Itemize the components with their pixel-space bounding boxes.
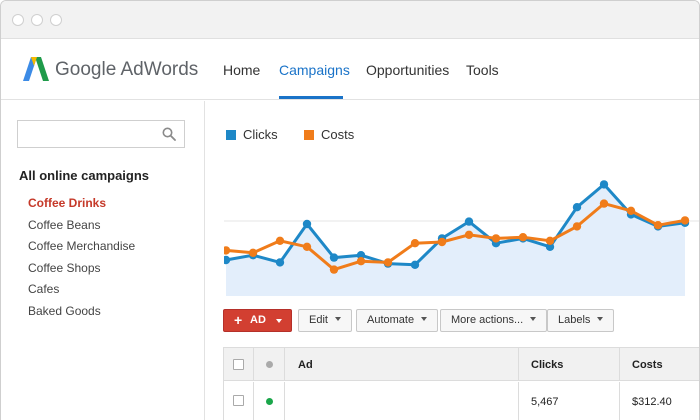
legend-costs[interactable]: Costs (304, 127, 354, 142)
chevron-down-icon (530, 317, 537, 321)
clicks-data-point (275, 258, 285, 267)
chevron-down-icon (597, 317, 604, 321)
chevron-down-icon (421, 317, 428, 321)
labels-dropdown-button[interactable]: Labels (547, 309, 615, 332)
legend-costs-label: Costs (321, 127, 355, 142)
column-header-ad: Ad (298, 359, 313, 371)
legend-clicks-label: Clicks (243, 127, 278, 142)
costs-data-point (572, 222, 582, 231)
sidebar-item-coffee-merchandise[interactable]: Coffee Merchandise (28, 239, 135, 253)
status-header-icon (266, 361, 273, 368)
costs-data-point (248, 248, 258, 257)
chevron-down-icon (276, 319, 282, 323)
sidebar-item-cafes[interactable]: Cafes (28, 282, 59, 296)
header-ad-cell[interactable]: Ad (285, 348, 519, 380)
browser-window: Google AdWords Home Campaigns Opportunit… (0, 0, 700, 420)
window-minimize-button[interactable] (31, 14, 43, 26)
header-status-cell (254, 348, 285, 380)
add-ad-label: AD (250, 314, 266, 326)
nav-campaigns[interactable]: Campaigns (279, 62, 350, 78)
costs-data-point (383, 258, 393, 267)
sidebar-item-coffee-beans[interactable]: Coffee Beans (28, 218, 101, 232)
window-maximize-button[interactable] (50, 14, 62, 26)
clicks-data-point (572, 203, 582, 212)
nav-tools[interactable]: Tools (466, 62, 499, 78)
performance-chart (224, 180, 699, 296)
campaign-search-input[interactable] (17, 120, 185, 148)
select-all-checkbox[interactable] (233, 359, 244, 370)
clicks-data-point (464, 217, 474, 226)
legend-clicks[interactable]: Clicks (226, 127, 278, 142)
costs-data-point (224, 246, 231, 255)
row-costs-value: $312.40 (632, 396, 672, 408)
more-actions-dropdown-button[interactable]: More actions... (440, 309, 548, 332)
costs-data-point (437, 237, 447, 247)
sidebar-item-coffee-shops[interactable]: Coffee Shops (28, 261, 101, 275)
row-checkbox[interactable] (233, 395, 244, 406)
nav-active-underline (279, 96, 343, 99)
brand-name: Google AdWords (55, 59, 199, 80)
legend-clicks-swatch (226, 130, 236, 140)
header-clicks-cell[interactable]: Clicks (519, 348, 620, 380)
sidebar: All online campaigns Coffee Drinks Coffe… (1, 101, 205, 420)
costs-data-point (653, 221, 663, 230)
column-header-costs: Costs (632, 359, 663, 371)
costs-data-point (626, 206, 636, 215)
window-titlebar (1, 1, 699, 39)
row-clicks-value: 5,467 (531, 396, 559, 408)
ads-table: Ad Clicks Costs 5,467 $312.40 (223, 347, 699, 420)
header-costs-cell[interactable]: Costs (620, 348, 699, 380)
row-clicks-cell: 5,467 (519, 382, 620, 420)
costs-data-point (491, 234, 501, 243)
column-header-clicks: Clicks (531, 359, 564, 371)
status-active-icon (266, 398, 273, 405)
costs-data-point (518, 233, 528, 242)
edit-label: Edit (309, 314, 328, 326)
clicks-data-point (329, 253, 339, 262)
row-status-cell (254, 382, 285, 420)
edit-dropdown-button[interactable]: Edit (298, 309, 352, 332)
costs-data-point (410, 239, 420, 248)
nav-opportunities[interactable]: Opportunities (366, 62, 449, 78)
row-checkbox-cell (224, 382, 254, 420)
clicks-data-point (599, 180, 609, 189)
adwords-logo-icon (23, 57, 49, 81)
chevron-down-icon (334, 317, 341, 321)
table-header-row: Ad Clicks Costs (224, 347, 699, 381)
header-checkbox-cell (224, 348, 254, 380)
automate-label: Automate (367, 314, 415, 326)
add-ad-button[interactable]: + AD (223, 309, 292, 332)
main-content: Clicks Costs + AD Edit Automate More act… (206, 101, 699, 420)
costs-data-point (356, 257, 366, 266)
clicks-data-point (302, 219, 312, 229)
sidebar-item-coffee-drinks[interactable]: Coffee Drinks (28, 196, 106, 210)
row-ad-cell (285, 382, 519, 420)
costs-data-point (329, 265, 339, 274)
table-row[interactable]: 5,467 $312.40 (224, 382, 699, 420)
automate-dropdown-button[interactable]: Automate (356, 309, 439, 332)
costs-data-point (275, 236, 285, 245)
legend-costs-swatch (304, 130, 314, 140)
row-costs-cell: $312.40 (620, 382, 699, 420)
plus-icon: + (234, 312, 243, 328)
labels-label: Labels (558, 314, 591, 326)
costs-data-point (302, 242, 312, 251)
window-close-button[interactable] (12, 14, 24, 26)
app-header: Google AdWords Home Campaigns Opportunit… (1, 40, 699, 100)
costs-data-point (599, 199, 609, 208)
nav-home[interactable]: Home (223, 62, 260, 78)
clicks-data-point (410, 260, 420, 269)
search-icon[interactable] (162, 127, 176, 141)
costs-data-point (680, 216, 690, 225)
costs-data-point (545, 236, 555, 245)
sidebar-item-baked-goods[interactable]: Baked Goods (28, 304, 101, 318)
more-actions-label: More actions... (451, 314, 524, 326)
sidebar-heading[interactable]: All online campaigns (19, 168, 149, 183)
costs-data-point (464, 230, 474, 239)
